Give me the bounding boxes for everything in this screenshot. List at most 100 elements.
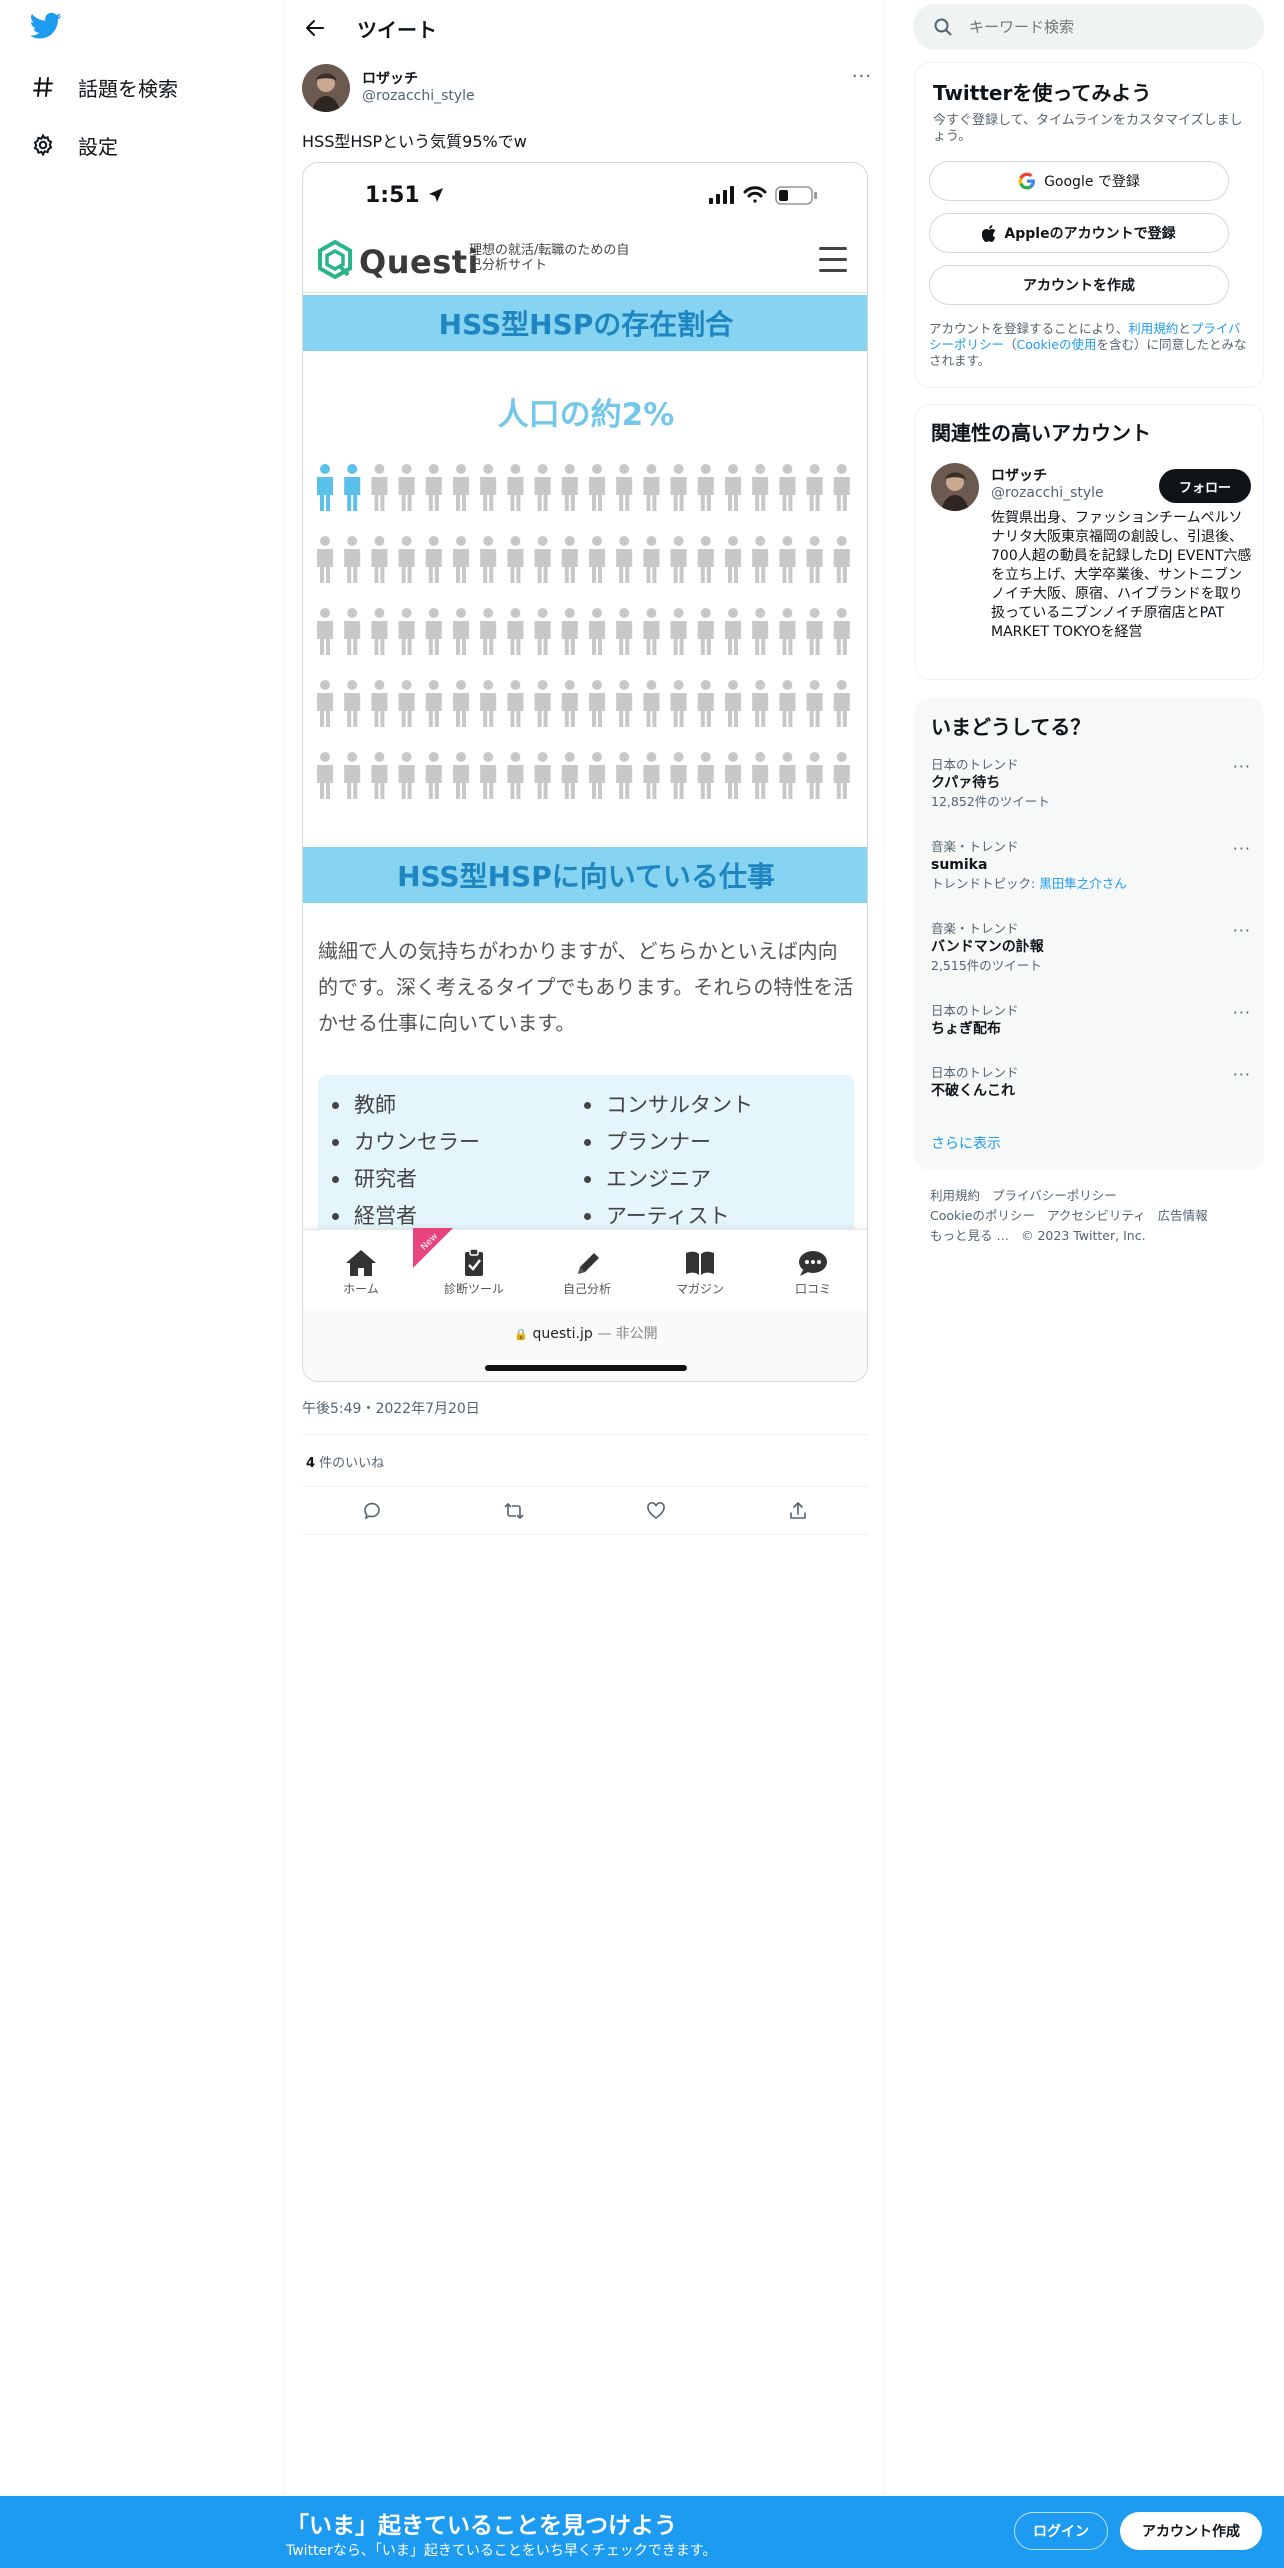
login-button[interactable]: ログイン	[1014, 2512, 1108, 2550]
like-button[interactable]	[641, 1496, 671, 1526]
related-account-bio: 佐賀県出身、ファッションチームペルソナリタ大阪東京福岡の創設し、引退後、700人…	[991, 510, 1252, 640]
person-figure	[344, 608, 361, 655]
related-account-handle[interactable]: @rozacchi_style	[991, 485, 1104, 501]
likes-count[interactable]: 4 件のいいね	[306, 1452, 384, 1471]
trend-item[interactable]: 日本のトレンド ちょぎ配布 ···	[931, 1003, 1251, 1039]
likes-number: 4	[306, 1456, 316, 1471]
person-figure	[561, 680, 578, 727]
search-input[interactable]	[969, 12, 1249, 42]
person-figure	[752, 752, 769, 799]
job-item: カウンセラー	[332, 1124, 480, 1161]
person-figure	[317, 608, 333, 655]
retweet-button[interactable]	[499, 1496, 529, 1526]
trend-more-icon[interactable]: ···	[1233, 921, 1251, 940]
signup-button[interactable]: アカウント作成	[1120, 2512, 1262, 2550]
person-figure	[779, 680, 796, 727]
show-more-link[interactable]: さらに表示	[931, 1133, 1001, 1153]
hamburger-menu-icon[interactable]	[819, 247, 847, 273]
population-pictogram	[317, 464, 850, 799]
person-figure	[534, 536, 551, 583]
search-box	[913, 4, 1264, 50]
trend-more-icon[interactable]: ···	[1233, 757, 1251, 776]
tweet-action-bar	[302, 1494, 868, 1528]
trend-item[interactable]: 日本のトレンド クパァ待ち 12,852件のツイート ···	[931, 757, 1251, 811]
nav-item-explore[interactable]: 話題を検索	[30, 65, 178, 109]
author-name[interactable]: ロザッチ	[362, 68, 418, 88]
tab-label: ホーム	[343, 1282, 379, 1296]
person-figure	[425, 752, 442, 799]
nav-item-label: 設定	[78, 134, 118, 159]
job-item: コンサルタント	[584, 1087, 753, 1124]
person-figure	[507, 608, 524, 655]
footer-link[interactable]: プライバシーポリシー	[992, 1188, 1117, 1203]
twitter-bird-icon[interactable]	[29, 12, 66, 44]
person-figure	[670, 680, 687, 727]
tab-magazine[interactable]: マガジン	[645, 1230, 755, 1310]
tab-self-analysis[interactable]: 自己分析	[532, 1230, 642, 1310]
google-signup-button[interactable]: Google で登録	[929, 161, 1229, 201]
person-figure	[752, 680, 769, 727]
tab-label: 診断ツール	[443, 1282, 504, 1296]
related-account-name[interactable]: ロザッチ	[991, 465, 1047, 485]
person-figure	[371, 536, 388, 583]
tweet-timestamp[interactable]: 午後5:49・2022年7月20日	[302, 1398, 480, 1418]
footer-link[interactable]: アクセシビリティ	[1047, 1208, 1146, 1223]
job-item: エンジニア	[584, 1161, 753, 1198]
footer-link[interactable]: 利用規約	[930, 1188, 980, 1203]
hashtag-icon	[30, 74, 56, 100]
author-handle[interactable]: @rozacchi_style	[362, 88, 475, 104]
trend-item[interactable]: 日本のトレンド 不破くんこれ ···	[931, 1065, 1251, 1101]
nav-item-settings[interactable]: 設定	[30, 123, 118, 167]
trend-more-icon[interactable]: ···	[1233, 839, 1251, 858]
footer-link[interactable]: Cookieのポリシー	[930, 1208, 1035, 1223]
tab-home[interactable]: ホーム	[306, 1230, 416, 1310]
chat-bubble-icon	[799, 1251, 827, 1276]
person-figure	[480, 680, 497, 727]
share-icon	[790, 1502, 806, 1519]
share-button[interactable]	[783, 1496, 813, 1526]
divider	[302, 1434, 868, 1435]
nav-item-label: 話題を検索	[78, 76, 178, 101]
lock-icon: 🔒	[514, 1328, 529, 1341]
cookie-link[interactable]: Cookieの使用	[1017, 337, 1097, 352]
person-figure	[806, 464, 823, 511]
reply-button[interactable]	[357, 1496, 387, 1526]
gear-icon	[30, 132, 56, 158]
jobs-list-left: 教師 カウンセラー 研究者 経営者	[332, 1087, 480, 1235]
trend-topic-link[interactable]: 黒田隼之介さん	[1039, 876, 1127, 891]
person-figure	[616, 536, 633, 583]
tab-label: マガジン	[675, 1282, 724, 1296]
trend-more-icon[interactable]: ···	[1233, 1003, 1251, 1022]
login-prompt-subtitle: Twitterなら、「いま」起きていることをいち早くチェックできます。	[286, 2543, 717, 2559]
person-figure	[371, 464, 388, 511]
heart-icon	[647, 1502, 665, 1519]
tweet-media-image[interactable]: 1:51 Questi 理想の就活/転職のための自己分析サイト HSS型HSPの…	[302, 162, 868, 1382]
trend-more-icon[interactable]: ···	[1233, 1065, 1251, 1084]
related-account-avatar[interactable]	[931, 463, 979, 511]
person-figure	[643, 536, 660, 583]
person-figure	[833, 464, 850, 511]
divider	[302, 1534, 868, 1535]
person-figure	[317, 680, 333, 727]
trend-item[interactable]: 音楽・トレンド バンドマンの訃報 2,515件のツイート ···	[931, 921, 1251, 975]
apple-signup-button[interactable]: Appleのアカウントで登録	[929, 213, 1229, 253]
create-account-button[interactable]: アカウントを作成	[929, 265, 1229, 305]
jobs-list-right: コンサルタント プランナー エンジニア アーティスト	[584, 1087, 753, 1235]
author-avatar[interactable]	[302, 64, 350, 112]
person-figure	[398, 680, 415, 727]
footer-link[interactable]: 広告情報	[1158, 1208, 1208, 1223]
terms-link[interactable]: 利用規約	[1128, 321, 1178, 336]
trend-item[interactable]: 音楽・トレンド sumika トレンドトピック: 黒田隼之介さん ···	[931, 839, 1251, 893]
person-figure	[779, 536, 796, 583]
back-button[interactable]	[299, 12, 331, 44]
person-figure	[344, 752, 361, 799]
divider	[302, 1486, 868, 1487]
follow-button[interactable]: フォロー	[1159, 469, 1251, 503]
signal-icon	[709, 186, 734, 204]
more-options-button[interactable]: ···	[847, 66, 877, 87]
tab-reviews[interactable]: 口コミ	[758, 1230, 867, 1310]
trend-name: sumika	[931, 857, 988, 873]
footer-link[interactable]: もっと見る …	[930, 1228, 1009, 1243]
url-text: 🔒 questi.jp — 非公開	[303, 1323, 867, 1343]
search-icon	[934, 18, 952, 36]
